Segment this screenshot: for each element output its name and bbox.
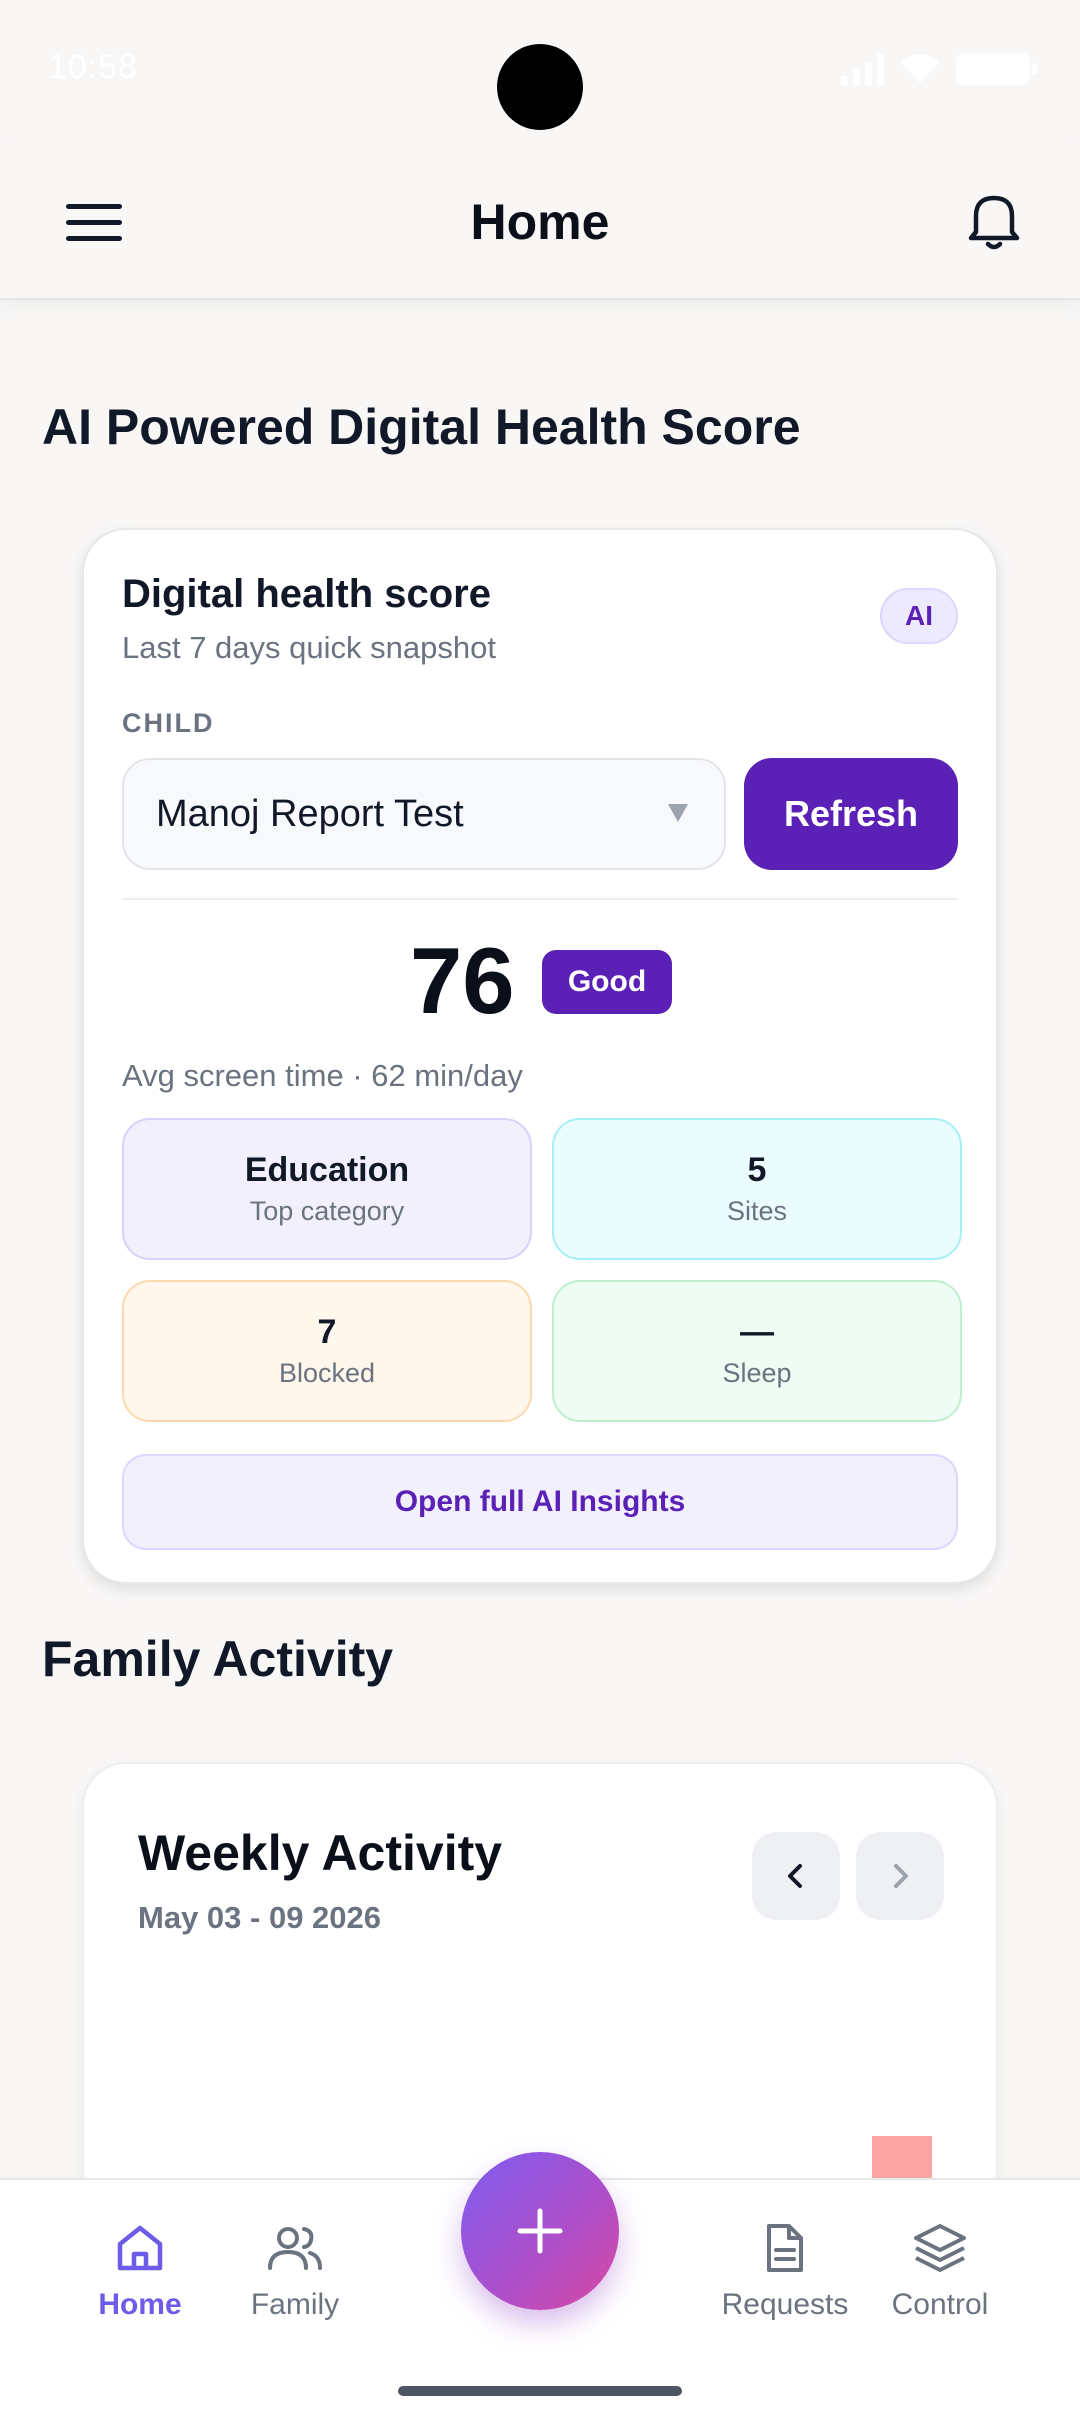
open-ai-insights-button[interactable]: Open full AI Insights: [122, 1454, 958, 1550]
nav-label-requests: Requests: [721, 2288, 849, 2321]
status-icons: [841, 52, 1037, 86]
tile-value: —: [740, 1313, 774, 1351]
nav-item-family[interactable]: Family: [210, 2220, 380, 2360]
chevron-left-icon: [788, 1864, 802, 1888]
nav-label-control: Control: [891, 2288, 989, 2321]
dropdown-caret-icon: [668, 804, 688, 822]
page-title: Home: [470, 194, 610, 250]
blocked-tile: 7 Blocked: [122, 1280, 532, 1422]
child-label: CHILD: [122, 708, 215, 738]
weekly-date-range: May 03 - 09 2026: [138, 1900, 382, 1935]
plus-icon: [517, 2208, 563, 2254]
top-category-tile: Education Top category: [122, 1118, 532, 1260]
tile-value: 5: [747, 1151, 767, 1189]
sleep-tile: — Sleep: [552, 1280, 962, 1422]
nav-label-family: Family: [250, 2288, 340, 2321]
avg-screen-time: Avg screen time · 62 min/day: [122, 1058, 523, 1093]
tile-value: 7: [317, 1313, 337, 1351]
child-select[interactable]: Manoj Report Test: [122, 758, 726, 870]
tile-value: Education: [244, 1151, 410, 1189]
next-week-button[interactable]: [856, 1832, 944, 1920]
status-bar: 10:58: [0, 0, 1080, 140]
wifi-icon: [900, 54, 940, 83]
home-icon: [117, 2225, 163, 2271]
nav-label-home: Home: [98, 2288, 182, 2321]
child-select-value: Manoj Report Test: [156, 792, 464, 835]
home-indicator: [398, 2386, 682, 2396]
weekly-title: Weekly Activity: [138, 1825, 503, 1881]
card-title: Digital health score: [122, 572, 491, 616]
nav-item-requests[interactable]: Requests: [700, 2220, 870, 2360]
tile-label: Sites: [726, 1196, 788, 1226]
family-icon: [268, 2227, 322, 2270]
signal-icon: [841, 52, 884, 86]
app-bar: Home: [0, 140, 1080, 300]
sites-tile: 5 Sites: [552, 1118, 962, 1260]
bell-icon: [968, 195, 1020, 250]
add-fab-button[interactable]: [461, 2152, 619, 2310]
health-score-value: 76: [410, 928, 515, 1033]
tile-label: Blocked: [278, 1358, 376, 1388]
previous-week-button[interactable]: [752, 1832, 840, 1920]
document-icon: [767, 2224, 803, 2272]
ai-badge: AI: [880, 588, 958, 644]
tile-label: Sleep: [722, 1358, 792, 1388]
battery-icon: [956, 53, 1037, 85]
chevron-right-icon: [894, 1864, 908, 1888]
section-title-family: Family Activity: [42, 1631, 394, 1687]
tile-label: Top category: [249, 1196, 405, 1226]
nav-item-control[interactable]: Control: [855, 2220, 1025, 2360]
score-status-badge: Good: [542, 950, 672, 1014]
layers-icon: [914, 2224, 966, 2272]
notifications-button[interactable]: [954, 180, 1034, 260]
health-score-card: Digital health score Last 7 days quick s…: [82, 528, 998, 1584]
camera-cutout: [497, 44, 583, 130]
status-time: 10:58: [48, 48, 139, 86]
refresh-button[interactable]: Refresh: [744, 758, 958, 870]
card-subtitle: Last 7 days quick snapshot: [122, 630, 496, 665]
section-title-health: AI Powered Digital Health Score: [42, 399, 801, 455]
divider: [122, 898, 958, 900]
nav-item-home[interactable]: Home: [55, 2220, 225, 2360]
